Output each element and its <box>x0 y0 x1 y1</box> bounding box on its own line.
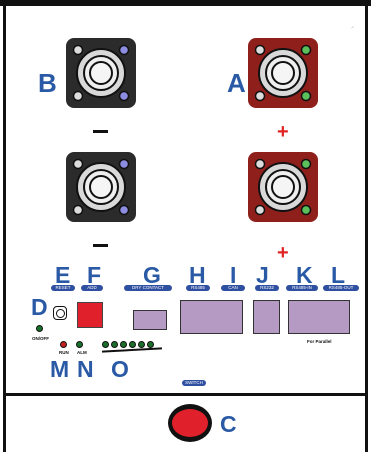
power-icon <box>56 309 65 318</box>
label-a: A <box>227 68 246 98</box>
on-off-label: ON/OFF <box>32 336 49 341</box>
panel-divider <box>3 393 368 396</box>
terminal-connector-icon <box>72 158 130 216</box>
label-i: I <box>230 262 237 288</box>
label-e: E <box>55 262 71 288</box>
main-switch[interactable] <box>168 404 212 442</box>
frame-top <box>0 0 371 6</box>
soc-led-1 <box>102 341 109 348</box>
rs485-in-tag: RS485-IN <box>286 285 318 291</box>
run-label: RUN <box>59 350 69 355</box>
minus-sign-bottom <box>93 244 108 247</box>
label-g: G <box>143 262 161 288</box>
run-led <box>60 341 67 348</box>
terminal-connector-icon <box>72 44 130 102</box>
label-b: B <box>38 68 57 98</box>
rs485-parallel-port[interactable] <box>288 300 350 334</box>
add-button[interactable] <box>77 302 103 328</box>
label-h: H <box>189 262 206 288</box>
dry-contact-tag: DRY CONTACT <box>124 285 172 291</box>
label-l: L <box>331 262 346 288</box>
rs232-tag: RS232 <box>255 285 279 291</box>
label-n: N <box>77 356 94 382</box>
soc-indicator-line <box>101 347 163 353</box>
switch-cap <box>172 409 208 437</box>
alm-label: ALM <box>77 350 87 355</box>
negative-terminal-top[interactable] <box>66 38 136 108</box>
for-parallel-label: For Parallel <box>307 339 332 344</box>
dry-contact-port[interactable] <box>133 310 167 330</box>
can-tag: CAN <box>221 285 245 291</box>
label-k: K <box>296 262 313 288</box>
switch-tag: SWITCH <box>182 380 206 386</box>
plus-sign-bottom: + <box>277 242 289 264</box>
soc-led-5 <box>138 341 145 348</box>
rs485-can-port[interactable] <box>180 300 243 334</box>
label-m: M <box>50 356 70 382</box>
plus-sign-top: + <box>277 121 289 143</box>
rs485-out-tag: RS485-OUT <box>323 285 359 291</box>
soc-led-4 <box>129 341 136 348</box>
negative-terminal-bottom[interactable] <box>66 152 136 222</box>
reset-tag: RESET <box>51 285 75 291</box>
add-tag: ADD <box>81 285 103 291</box>
terminal-connector-icon <box>254 158 312 216</box>
alm-led <box>76 341 83 348</box>
soc-led-3 <box>120 341 127 348</box>
label-o: O <box>111 356 129 382</box>
screw-mark: ⸝ <box>351 24 355 30</box>
label-c: C <box>220 411 237 437</box>
label-j: J <box>256 262 269 288</box>
label-d: D <box>31 294 48 320</box>
rs485-tag: RS485 <box>186 285 210 291</box>
on-off-button[interactable] <box>53 306 67 320</box>
positive-terminal-bottom[interactable] <box>248 152 318 222</box>
label-f: F <box>87 262 102 288</box>
rs232-port[interactable] <box>253 300 280 334</box>
frame-left <box>3 5 6 452</box>
terminal-connector-icon <box>254 44 312 102</box>
frame-right <box>365 5 368 452</box>
positive-terminal-top[interactable] <box>248 38 318 108</box>
on-off-led <box>36 325 43 332</box>
minus-sign-top <box>93 130 108 133</box>
soc-led-2 <box>111 341 118 348</box>
